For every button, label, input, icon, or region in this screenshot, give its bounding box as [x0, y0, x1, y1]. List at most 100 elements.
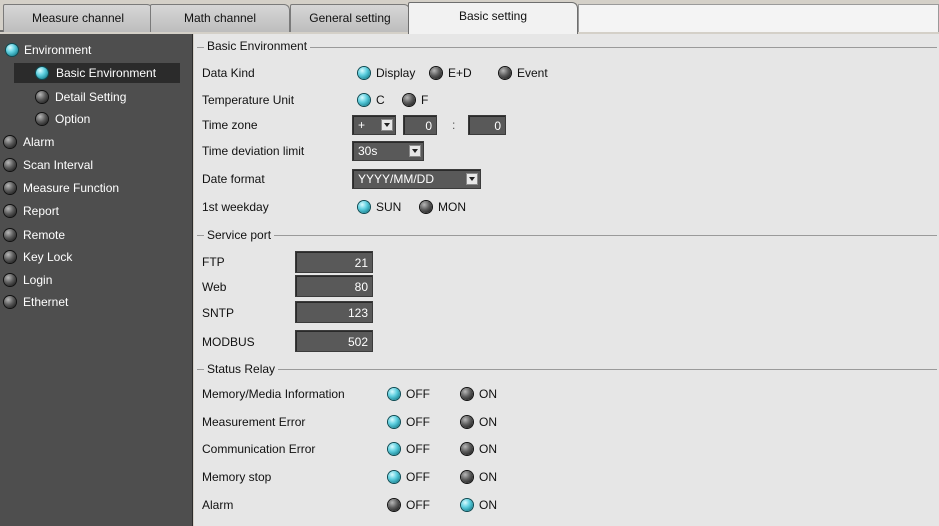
radio-on-icon: [388, 471, 400, 483]
tab-bar: Measure channel Math channel General set…: [0, 0, 939, 34]
web-port-label: Web: [202, 280, 227, 294]
select-value: YYYY/MM/DD: [358, 172, 435, 186]
sidebar-item-detail-setting[interactable]: Detail Setting: [36, 87, 126, 107]
radio-label: E+D: [448, 66, 472, 80]
sidebar-item-alarm[interactable]: Alarm: [4, 132, 54, 152]
radio-off-icon: [461, 471, 473, 483]
radio-label: MON: [438, 200, 466, 214]
radio-off-icon: [461, 416, 473, 428]
time-zone-hours-field[interactable]: 0: [403, 115, 437, 135]
weekday-mon-radio[interactable]: MON: [420, 200, 466, 214]
modbus-port-field[interactable]: 502: [295, 330, 373, 352]
sidebar-item-scan-interval[interactable]: Scan Interval: [4, 155, 93, 175]
sidebar-item-login[interactable]: Login: [4, 270, 52, 290]
sidebar-item-environment[interactable]: Environment: [6, 40, 91, 60]
radio-off-icon: [4, 274, 16, 286]
relay-alarm-off-radio[interactable]: OFF: [388, 498, 430, 512]
temperature-c-radio[interactable]: C: [358, 93, 385, 107]
chevron-down-icon[interactable]: [381, 119, 393, 131]
relay-communication-error-off-radio[interactable]: OFF: [388, 442, 430, 456]
weekday-sun-radio[interactable]: SUN: [358, 200, 401, 214]
radio-off-icon: [36, 91, 48, 103]
relay-alarm-on-radio[interactable]: ON: [461, 498, 497, 512]
sntp-port-field[interactable]: 123: [295, 301, 373, 323]
relay-memory-media-off-radio[interactable]: OFF: [388, 387, 430, 401]
sidebar-item-label: Basic Environment: [56, 66, 157, 80]
radio-off-icon: [4, 229, 16, 241]
sidebar-item-option[interactable]: Option: [36, 109, 90, 129]
group-divider: [197, 369, 937, 370]
sidebar-item-ethernet[interactable]: Ethernet: [4, 292, 68, 312]
data-kind-event-radio[interactable]: Event: [499, 66, 548, 80]
date-format-select[interactable]: YYYY/MM/DD: [352, 169, 481, 189]
sidebar-item-remote[interactable]: Remote: [4, 225, 65, 245]
radio-off-icon: [4, 159, 16, 171]
first-weekday-label: 1st weekday: [202, 200, 269, 214]
radio-label: OFF: [406, 387, 430, 401]
radio-label: SUN: [376, 200, 402, 214]
chevron-down-icon[interactable]: [466, 173, 478, 185]
group-title-status-relay: Status Relay: [204, 362, 279, 376]
sidebar-item-label: Ethernet: [23, 295, 69, 309]
modbus-port-label: MODBUS: [202, 335, 255, 349]
tab-basic-setting[interactable]: Basic setting: [408, 2, 578, 34]
ftp-port-field[interactable]: 21: [295, 251, 373, 273]
temperature-f-radio[interactable]: F: [403, 93, 428, 107]
relay-memory-media-on-radio[interactable]: ON: [461, 387, 497, 401]
group-divider: [197, 235, 937, 236]
ftp-port-label: FTP: [202, 255, 225, 269]
group-title-service-port: Service port: [204, 228, 275, 242]
radio-label: OFF: [406, 498, 430, 512]
time-deviation-label: Time deviation limit: [202, 144, 305, 158]
radio-label: F: [421, 93, 429, 107]
radio-on-icon: [358, 201, 370, 213]
relay-memory-stop-label: Memory stop: [202, 470, 272, 484]
relay-memory-stop-off-radio[interactable]: OFF: [388, 470, 430, 484]
date-format-label: Date format: [202, 172, 265, 186]
radio-off-icon: [420, 201, 432, 213]
radio-label: ON: [479, 387, 497, 401]
time-deviation-select[interactable]: 30s: [352, 141, 424, 161]
relay-memory-stop-on-radio[interactable]: ON: [461, 470, 497, 484]
group-title-basic-environment: Basic Environment: [204, 39, 311, 53]
radio-label: OFF: [406, 415, 430, 429]
time-separator: :: [452, 118, 456, 132]
relay-measurement-error-label: Measurement Error: [202, 415, 306, 429]
tab-general-setting[interactable]: General setting: [290, 4, 410, 32]
time-zone-sign-select[interactable]: +: [352, 115, 396, 135]
chevron-down-icon[interactable]: [409, 145, 421, 157]
sidebar-item-measure-function[interactable]: Measure Function: [4, 178, 119, 198]
radio-label: ON: [479, 470, 497, 484]
radio-on-icon: [6, 44, 18, 56]
radio-off-icon: [4, 136, 16, 148]
relay-communication-error-on-radio[interactable]: ON: [461, 442, 497, 456]
radio-on-icon: [388, 388, 400, 400]
sidebar-item-report[interactable]: Report: [4, 201, 59, 221]
temperature-unit-label: Temperature Unit: [202, 93, 295, 107]
data-kind-display-radio[interactable]: Display: [358, 66, 415, 80]
radio-off-icon: [461, 388, 473, 400]
sidebar-item-key-lock[interactable]: Key Lock: [4, 247, 72, 267]
relay-measurement-error-on-radio[interactable]: ON: [461, 415, 497, 429]
tab-measure-channel[interactable]: Measure channel: [3, 4, 153, 32]
time-zone-label: Time zone: [202, 118, 258, 132]
relay-communication-error-label: Communication Error: [202, 442, 316, 456]
select-value: +: [358, 118, 366, 132]
sidebar-item-basic-environment[interactable]: Basic Environment: [14, 63, 180, 83]
relay-measurement-error-off-radio[interactable]: OFF: [388, 415, 430, 429]
web-port-field[interactable]: 80: [295, 275, 373, 297]
radio-label: C: [376, 93, 385, 107]
sidebar-item-label: Remote: [23, 228, 66, 242]
sidebar-item-label: Scan Interval: [23, 158, 94, 172]
sidebar-item-label: Environment: [24, 43, 92, 57]
tab-math-channel[interactable]: Math channel: [150, 4, 290, 32]
radio-label: Event: [517, 66, 548, 80]
radio-off-icon: [4, 205, 16, 217]
radio-off-icon: [388, 499, 400, 511]
data-kind-ed-radio[interactable]: E+D: [430, 66, 472, 80]
radio-off-icon: [4, 296, 16, 308]
time-zone-minutes-field[interactable]: 0: [468, 115, 506, 135]
sidebar-item-label: Login: [23, 273, 53, 287]
sidebar-item-label: Report: [23, 204, 60, 218]
data-kind-label: Data Kind: [202, 66, 255, 80]
